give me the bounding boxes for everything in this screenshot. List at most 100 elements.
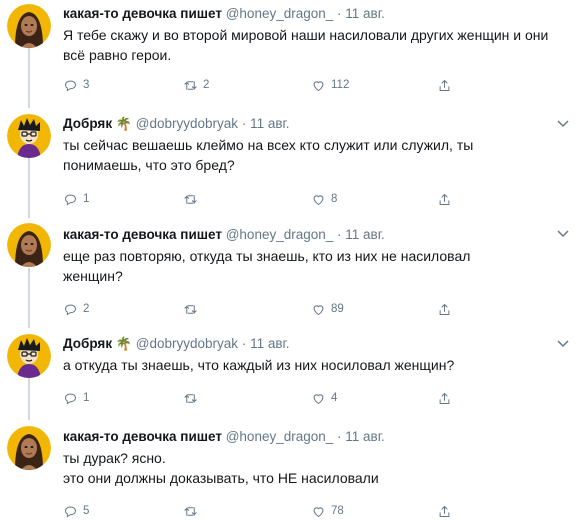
reply-button[interactable]: 3: [63, 76, 89, 94]
tweet-text: а откуда ты знаешь, что каждый из них но…: [63, 357, 455, 373]
reply-button[interactable]: 1: [63, 389, 89, 407]
tweet-content: Добряк 🌴 @dobryydobryak · 11 авг. а отку…: [63, 335, 571, 404]
avatar[interactable]: [7, 4, 51, 48]
tweet-text: еще раз повторяю, откуда ты знаешь, кто …: [63, 248, 471, 284]
like-count: 4: [331, 392, 338, 404]
chevron-down-icon[interactable]: [557, 340, 569, 348]
tweet-content: какая-то девочка пишет @honey_dragon_ · …: [63, 5, 571, 91]
share-icon: [439, 193, 450, 205]
retweet-button[interactable]: [183, 300, 198, 318]
retweet-button[interactable]: [183, 502, 198, 520]
reply-count: 5: [83, 505, 90, 517]
author-handle[interactable]: @honey_dragon_: [226, 6, 334, 21]
author-name[interactable]: какая-то девочка пишет: [63, 429, 222, 444]
tweet-text: Я тебе скажу и во второй мировой наши на…: [63, 27, 549, 63]
author-handle[interactable]: @dobryydobryak: [136, 116, 238, 131]
tweet-header: Добряк 🌴 @dobryydobryak · 11 авг.: [63, 115, 571, 133]
thread-line: [28, 158, 30, 218]
thread-line: [28, 378, 30, 420]
tweet-actions: 5 78: [63, 502, 463, 520]
tweet[interactable]: Добряк 🌴 @dobryydobryak · 11 авг. ты сей…: [0, 108, 579, 218]
reply-icon: [64, 80, 76, 91]
reply-count: 3: [83, 79, 90, 91]
tweet-date[interactable]: · 11 авг.: [242, 336, 290, 351]
author-handle[interactable]: @dobryydobryak: [136, 336, 238, 351]
reply-button[interactable]: 2: [63, 300, 89, 318]
heart-icon: [313, 194, 324, 205]
reply-count: 2: [83, 303, 90, 315]
share-button[interactable]: [437, 389, 452, 407]
retweet-button[interactable]: [183, 389, 198, 407]
like-count: 89: [331, 303, 344, 315]
retweet-button[interactable]: [183, 190, 198, 208]
tweet-actions: 1 8: [63, 190, 463, 208]
retweet-icon: [184, 304, 197, 314]
avatar[interactable]: [7, 334, 51, 378]
reply-button[interactable]: 1: [63, 190, 89, 208]
tweet[interactable]: какая-то девочка пишет @honey_dragon_ · …: [0, 0, 579, 108]
author-name[interactable]: Добряк: [63, 116, 112, 131]
tweet-date[interactable]: · 11 авг.: [337, 227, 385, 242]
share-button[interactable]: [437, 502, 452, 520]
boy-avatar-icon: [7, 334, 51, 378]
retweet-button[interactable]: 2: [183, 76, 209, 94]
share-button[interactable]: [437, 190, 452, 208]
retweet-icon: [184, 506, 197, 516]
avatar-column: [7, 420, 51, 520]
like-count: 8: [331, 193, 338, 205]
avatar-column: [7, 0, 51, 108]
share-button[interactable]: [437, 300, 452, 318]
tweet-date[interactable]: · 11 авг.: [337, 6, 385, 21]
reply-icon: [64, 194, 76, 205]
boy-avatar-icon: [7, 114, 51, 158]
avatar-column: [7, 218, 51, 328]
avatar[interactable]: [7, 223, 51, 267]
author-handle[interactable]: @honey_dragon_: [226, 429, 334, 444]
heart-icon: [313, 304, 324, 315]
reply-button[interactable]: 5: [63, 502, 89, 520]
avatar[interactable]: [7, 114, 51, 158]
tweet-actions: 3 2 112: [63, 76, 463, 94]
author-name[interactable]: Добряк: [63, 336, 112, 351]
tweet-text-line: это они должны доказывать, что НЕ насило…: [63, 470, 379, 486]
chevron-down-icon[interactable]: [557, 230, 569, 238]
like-count: 112: [331, 79, 350, 91]
reply-count: 1: [83, 392, 90, 404]
tweet-header: какая-то девочка пишет @honey_dragon_ · …: [63, 428, 571, 446]
retweet-count: 2: [203, 79, 210, 91]
retweet-icon: [184, 80, 197, 90]
reply-icon: [64, 393, 76, 404]
author-name[interactable]: какая-то девочка пишет: [63, 227, 222, 242]
like-button[interactable]: 112: [311, 76, 349, 94]
tweet[interactable]: какая-то девочка пишет @honey_dragon_ · …: [0, 420, 579, 520]
retweet-icon: [184, 393, 197, 403]
thread-line: [28, 268, 30, 328]
author-name[interactable]: какая-то девочка пишет: [63, 6, 222, 21]
tweet-text: ты дурак? ясно. это они должны доказыват…: [63, 448, 571, 488]
author-handle[interactable]: @honey_dragon_: [226, 227, 334, 242]
like-button[interactable]: 8: [311, 190, 337, 208]
tweet-date[interactable]: · 11 авг.: [242, 116, 290, 131]
avatar-column: [7, 108, 51, 218]
thread-line: [28, 48, 30, 108]
like-button[interactable]: 4: [311, 389, 337, 407]
like-button[interactable]: 78: [311, 502, 344, 520]
reply-count: 1: [83, 193, 90, 205]
like-button[interactable]: 89: [311, 300, 344, 318]
tweet[interactable]: Добряк 🌴 @dobryydobryak · 11 авг. а отку…: [0, 328, 579, 420]
tweet[interactable]: какая-то девочка пишет @honey_dragon_ · …: [0, 218, 579, 328]
reply-icon: [64, 304, 76, 315]
share-icon: [439, 303, 450, 315]
share-button[interactable]: [437, 76, 452, 94]
chevron-down-icon[interactable]: [557, 120, 569, 128]
share-icon: [439, 392, 450, 404]
share-icon: [439, 79, 450, 91]
tweet-text-line: ты дурак? ясно.: [63, 450, 166, 466]
tweet-actions: 1 4: [63, 389, 463, 407]
tweet-date[interactable]: · 11 авг.: [337, 429, 385, 444]
palm-tree-icon: 🌴: [115, 116, 133, 131]
palm-tree-icon: 🌴: [115, 336, 133, 351]
tweet-content: какая-то девочка пишет @honey_dragon_ · …: [63, 428, 571, 517]
avatar[interactable]: [7, 426, 51, 470]
girl-avatar-icon: [7, 426, 51, 470]
